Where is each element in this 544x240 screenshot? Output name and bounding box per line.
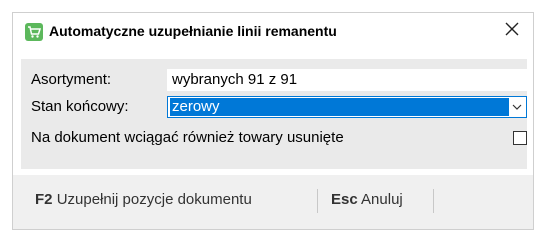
footer-separator: [317, 189, 318, 213]
assortment-field[interactable]: wybranych 91 z 91: [167, 69, 527, 91]
chevron-down-icon[interactable]: [508, 97, 526, 117]
form-panel: Asortyment: wybranych 91 z 91 Stan końco…: [21, 59, 527, 169]
assortment-label: Asortyment:: [31, 71, 112, 88]
dialog-window: Automatyczne uzupełnianie linii remanent…: [12, 12, 534, 230]
include-deleted-label: Na dokument wciągać również towary usuni…: [31, 129, 344, 146]
footer-toolbar: F2 Uzupełnij pozycje dokumentu Esc Anulu…: [13, 175, 533, 229]
cancel-label: Anuluj: [361, 191, 403, 208]
cancel-shortcut-key: Esc: [331, 191, 358, 208]
end-state-selected-value[interactable]: zerowy: [170, 98, 509, 116]
close-icon[interactable]: [505, 22, 519, 41]
close-button[interactable]: [497, 17, 527, 45]
cancel-button[interactable]: Esc Anuluj: [331, 191, 403, 208]
footer-separator: [433, 189, 434, 213]
end-state-select[interactable]: zerowy: [167, 96, 527, 118]
fill-positions-label: Uzupełnij pozycje dokumentu: [56, 191, 252, 208]
end-state-label: Stan końcowy:: [31, 98, 129, 115]
dialog-title: Automatyczne uzupełnianie linii remanent…: [49, 23, 337, 39]
title-bar: Automatyczne uzupełnianie linii remanent…: [13, 13, 533, 51]
fill-shortcut-key: F2: [35, 191, 53, 208]
cart-icon: [25, 23, 43, 41]
include-deleted-checkbox[interactable]: [513, 131, 527, 145]
fill-positions-button[interactable]: F2 Uzupełnij pozycje dokumentu: [35, 191, 252, 208]
